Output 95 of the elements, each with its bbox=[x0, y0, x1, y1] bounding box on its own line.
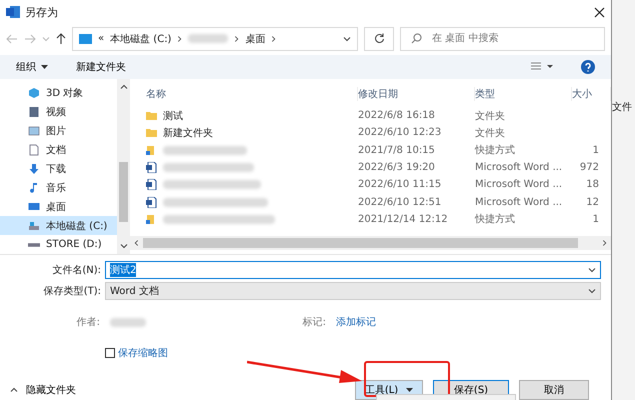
chevron-left-icon[interactable] bbox=[134, 239, 139, 248]
search-icon bbox=[411, 33, 422, 44]
file-name[interactable]: 新建文件夹 bbox=[163, 126, 213, 140]
word-document-icon bbox=[146, 162, 157, 174]
date-cell-text: 2022/6/3 19:20 bbox=[358, 162, 436, 174]
horizontal-scrollbar[interactable] bbox=[130, 236, 611, 250]
shortcut-icon bbox=[146, 144, 157, 156]
blurred-author bbox=[110, 318, 146, 327]
type-cell-text: 快捷方式 bbox=[475, 212, 516, 226]
chevron-right-icon[interactable] bbox=[602, 239, 607, 248]
help-icon[interactable] bbox=[581, 60, 595, 74]
column-header[interactable]: 名称 bbox=[146, 87, 358, 102]
field-label: 保存类型(T): bbox=[42, 284, 102, 298]
add-tags-link[interactable]: 添加标记 bbox=[336, 315, 376, 330]
date-cell-text: 2022/6/8 16:18 bbox=[358, 110, 436, 122]
checkbox[interactable] bbox=[105, 348, 115, 358]
column-header[interactable]: 修改日期 bbox=[358, 87, 475, 102]
size-cell-text: 18 bbox=[585, 179, 600, 190]
scrollbar-thumb[interactable] bbox=[143, 238, 578, 248]
close-icon[interactable] bbox=[594, 6, 605, 18]
scrollbar-thumb[interactable] bbox=[119, 162, 128, 222]
chevron-down-icon[interactable] bbox=[343, 34, 351, 42]
word-document-icon bbox=[146, 179, 157, 190]
sidebar-item[interactable]: 音乐 bbox=[0, 178, 117, 198]
chevron-down-icon bbox=[588, 287, 596, 296]
breadcrumb[interactable]: 桌面 bbox=[245, 32, 266, 46]
date-cell-text: 2021/12/14 12:12 bbox=[358, 214, 449, 225]
document-icon bbox=[28, 144, 40, 156]
type-cell-text: 快捷方式 bbox=[475, 144, 516, 158]
sidebar-item[interactable]: 桌面 bbox=[0, 197, 117, 216]
blurred-breadcrumb bbox=[188, 34, 228, 43]
caret-down-icon bbox=[41, 64, 48, 69]
sidebar-item[interactable]: 本地磁盘 (C:) bbox=[0, 216, 117, 236]
word-app-icon bbox=[6, 5, 20, 20]
sidebar-item[interactable]: 文档 bbox=[0, 140, 117, 160]
tags-label: 标记: bbox=[302, 316, 327, 330]
size-cell-text: 1 bbox=[592, 144, 600, 156]
chevron-right-icon bbox=[234, 34, 240, 42]
chevron-up-icon bbox=[10, 386, 18, 394]
folder-icon bbox=[146, 127, 157, 138]
window-title: 另存为 bbox=[25, 4, 59, 20]
filename-field[interactable]: 测试2 bbox=[105, 261, 601, 280]
background-text: 文件 bbox=[612, 102, 632, 113]
type-cell-text: 文件夹 bbox=[475, 126, 506, 140]
date-cell-text: 2021/7/8 10:15 bbox=[358, 144, 436, 156]
sidebar-item[interactable]: 视频 bbox=[0, 102, 117, 122]
size-cell-text: 12 bbox=[585, 196, 600, 208]
size-cell-text: 1 bbox=[592, 214, 600, 225]
date-cell-text: 2022/6/10 11:15 bbox=[358, 179, 442, 190]
sidebar-item[interactable]: 下载 bbox=[0, 159, 117, 178]
sidebar-item[interactable]: STORE (D:) bbox=[0, 235, 117, 254]
chevron-up-icon[interactable] bbox=[120, 83, 128, 92]
chevron-right-icon bbox=[177, 34, 182, 42]
drive-icon bbox=[28, 220, 40, 232]
word-document-icon bbox=[146, 196, 157, 208]
music-note-icon bbox=[28, 182, 40, 194]
file-name[interactable]: 测试 bbox=[163, 108, 183, 123]
chevron-down-icon[interactable] bbox=[120, 242, 128, 250]
file-type-dropdown[interactable]: Word 文档 bbox=[105, 282, 601, 300]
up-arrow-icon[interactable] bbox=[56, 32, 66, 44]
scrollbar[interactable] bbox=[117, 79, 130, 254]
save-thumbnail-label[interactable]: 保存缩略图 bbox=[118, 346, 168, 360]
address-bar[interactable]: « 本地磁盘 (C:) 桌面 bbox=[72, 26, 358, 50]
picture-icon bbox=[28, 124, 40, 137]
cancel-button[interactable]: 取消 bbox=[519, 380, 589, 400]
refresh-icon[interactable] bbox=[374, 33, 384, 44]
shortcut-icon bbox=[146, 214, 157, 225]
sidebar-item[interactable]: 图片 bbox=[0, 121, 117, 140]
type-cell-text: Microsoft Word ... bbox=[475, 196, 564, 208]
type-cell-text: Microsoft Word ... bbox=[475, 179, 564, 190]
search-field[interactable]: 在 桌面 中搜索 bbox=[400, 26, 605, 50]
author-label: 作者: bbox=[76, 316, 101, 330]
download-arrow-icon bbox=[28, 162, 40, 175]
view-list-icon[interactable] bbox=[531, 62, 553, 72]
chevron-right-icon bbox=[271, 34, 276, 42]
column-header[interactable]: 类型 bbox=[475, 87, 572, 102]
chevron-down-icon bbox=[588, 266, 596, 274]
folder-icon bbox=[146, 110, 157, 122]
desktop-icon bbox=[79, 34, 92, 44]
size-cell-text: 972 bbox=[578, 162, 600, 174]
desktop-icon bbox=[28, 200, 40, 213]
film-icon bbox=[28, 106, 40, 118]
sidebar-item[interactable]: 3D 对象 bbox=[0, 83, 117, 102]
date-cell-text: 2022/6/10 12:23 bbox=[358, 127, 442, 138]
hide-folders-toggle[interactable]: 隐藏文件夹 bbox=[10, 383, 76, 398]
column-header[interactable]: 大小 bbox=[572, 87, 611, 102]
field-label: 文件名(N): bbox=[51, 264, 102, 278]
date-cell-text: 2022/6/10 12:51 bbox=[358, 196, 442, 208]
organize-menu-button[interactable]: 组织 bbox=[16, 60, 48, 74]
breadcrumb[interactable]: 本地磁盘 (C:) bbox=[110, 32, 172, 46]
cube-icon bbox=[28, 86, 40, 99]
type-cell-text: Microsoft Word ... bbox=[475, 162, 564, 174]
new-folder-button[interactable]: 新建文件夹 bbox=[76, 60, 126, 74]
breadcrumb[interactable]: « bbox=[98, 33, 104, 44]
type-cell-text: 文件夹 bbox=[475, 110, 506, 123]
